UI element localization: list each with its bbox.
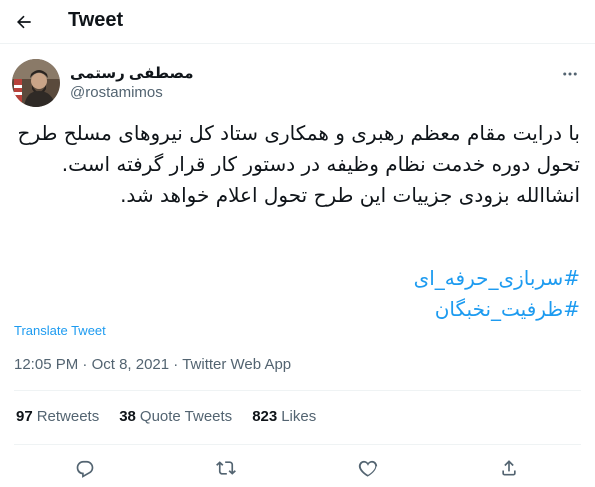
separator: · bbox=[82, 356, 88, 373]
share-icon bbox=[499, 458, 519, 478]
tweet-source[interactable]: Twitter Web App bbox=[182, 356, 291, 373]
reply-button[interactable] bbox=[69, 452, 101, 484]
page-title: Tweet bbox=[68, 9, 124, 31]
share-button[interactable] bbox=[493, 452, 525, 484]
hashtag-link[interactable]: #سربازی_حرفه_ای bbox=[14, 263, 580, 294]
hashtag-link[interactable]: #ظرفیت_نخبگان bbox=[14, 294, 580, 325]
likes-label: Likes bbox=[281, 408, 317, 425]
more-icon bbox=[561, 65, 579, 83]
tweet-stats: 97 Retweets 38 Quote Tweets 823 Likes bbox=[16, 408, 316, 425]
back-button[interactable] bbox=[8, 6, 40, 38]
likes-count: 823 bbox=[252, 408, 278, 425]
tweet-metadata: 12:05 PM · Oct 8, 2021 · Twitter Web App bbox=[14, 356, 291, 373]
retweets-stat[interactable]: 97 Retweets bbox=[16, 408, 99, 425]
separator: · bbox=[173, 356, 179, 373]
retweets-count: 97 bbox=[16, 408, 33, 425]
divider bbox=[14, 444, 581, 445]
quote-tweets-count: 38 bbox=[119, 408, 136, 425]
author-handle[interactable]: @rostamimos bbox=[70, 84, 163, 101]
more-button[interactable] bbox=[556, 60, 584, 88]
translate-tweet-link[interactable]: Translate Tweet bbox=[14, 323, 106, 338]
tweet-date[interactable]: Oct 8, 2021 bbox=[92, 356, 170, 373]
tweet-time[interactable]: 12:05 PM bbox=[14, 356, 78, 373]
retweets-label: Retweets bbox=[36, 408, 100, 425]
retweet-icon bbox=[216, 458, 236, 478]
quote-tweets-label: Quote Tweets bbox=[139, 408, 233, 425]
avatar[interactable] bbox=[12, 59, 60, 107]
likes-stat[interactable]: 823 Likes bbox=[252, 408, 316, 425]
like-icon bbox=[358, 458, 378, 478]
reply-icon bbox=[75, 458, 95, 478]
divider bbox=[14, 390, 581, 391]
hashtag-list: #سربازی_حرفه_ای #ظرفیت_نخبگان bbox=[14, 263, 580, 325]
quote-tweets-stat[interactable]: 38 Quote Tweets bbox=[119, 408, 232, 425]
top-bar: Tweet bbox=[0, 0, 595, 44]
author-display-name[interactable]: مصطفی رستمی bbox=[70, 64, 194, 82]
like-button[interactable] bbox=[352, 452, 384, 484]
tweet-actions bbox=[0, 452, 595, 484]
arrow-left-icon bbox=[14, 12, 34, 32]
retweet-button[interactable] bbox=[210, 452, 242, 484]
tweet-text: با درایت مقام معظم رهبری و همکاری ستاد ک… bbox=[17, 121, 580, 207]
